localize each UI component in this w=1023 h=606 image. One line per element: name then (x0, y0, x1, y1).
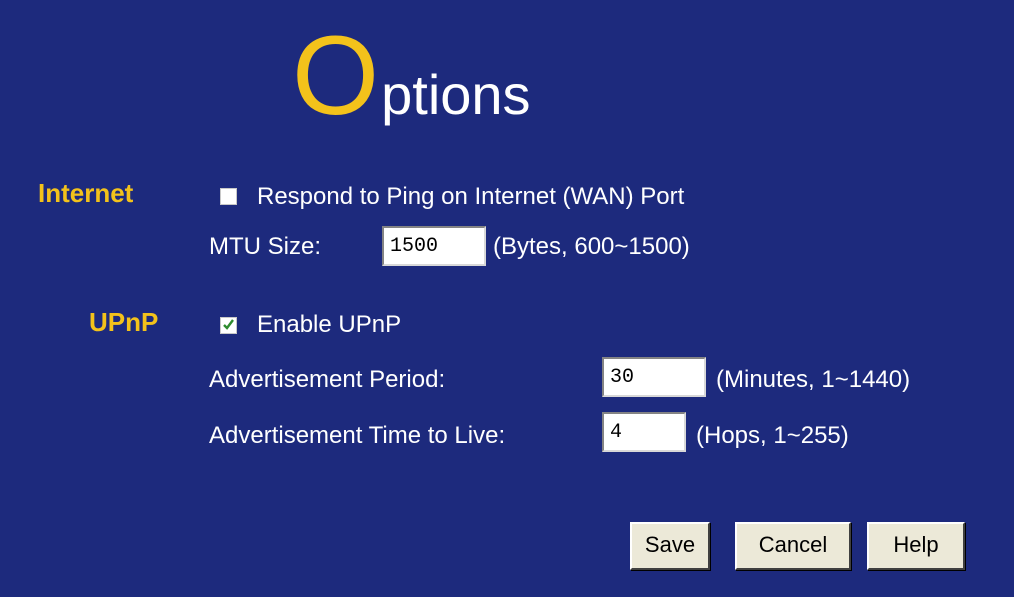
respond-to-ping-checkbox[interactable] (220, 188, 237, 205)
cancel-button[interactable]: Cancel (735, 522, 851, 570)
respond-to-ping-label: Respond to Ping on Internet (WAN) Port (257, 183, 685, 210)
title-rest: ptions (381, 63, 531, 126)
mtu-size-label: MTU Size: (209, 233, 322, 260)
advertisement-ttl-label: Advertisement Time to Live: (209, 422, 506, 449)
internet-section-label: Internet (38, 178, 134, 208)
save-button[interactable]: Save (630, 522, 710, 570)
advertisement-ttl-hint: (Hops, 1~255) (696, 422, 849, 449)
advertisement-period-label: Advertisement Period: (209, 366, 446, 393)
title-first-letter: O (292, 13, 380, 138)
advertisement-period-hint: (Minutes, 1~1440) (716, 366, 911, 393)
mtu-size-input[interactable] (382, 226, 486, 266)
enable-upnp-checkbox[interactable] (220, 317, 237, 334)
checkmark-icon (223, 319, 234, 330)
advertisement-period-input[interactable] (602, 357, 706, 397)
advertisement-ttl-input[interactable] (602, 412, 686, 452)
help-button[interactable]: Help (867, 522, 965, 570)
mtu-size-hint: (Bytes, 600~1500) (493, 233, 690, 260)
upnp-section-label: UPnP (89, 307, 159, 337)
enable-upnp-label: Enable UPnP (257, 311, 402, 338)
options-panel: Options Internet Respond to Ping on Inte… (0, 0, 1023, 606)
page-title: Options (292, 20, 531, 140)
